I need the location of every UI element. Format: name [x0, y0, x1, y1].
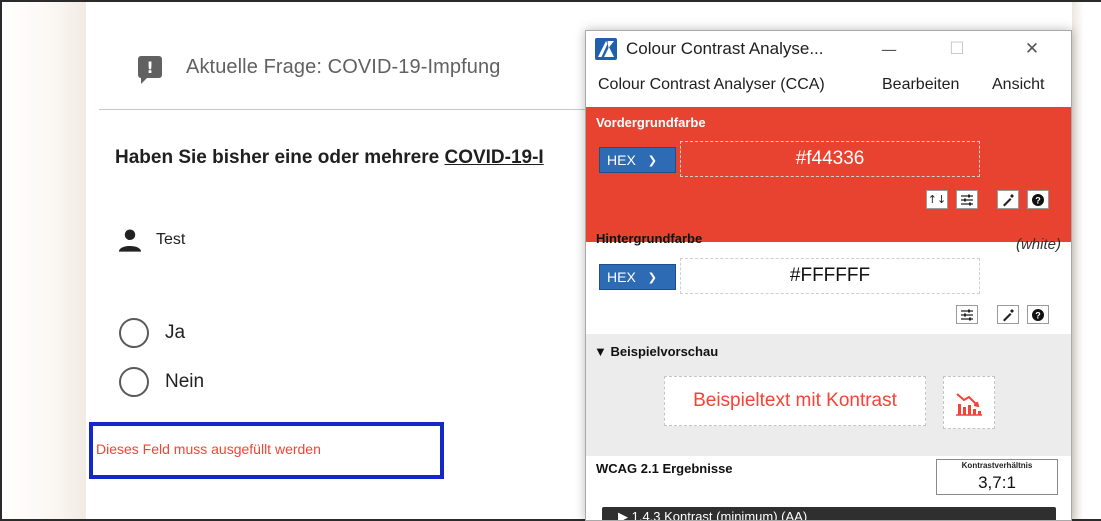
question-text-prefix: Haben Sie bisher eine oder mehrere [115, 147, 445, 168]
question-header-title: Aktuelle Frage: COVID-19-Impfung [186, 55, 501, 78]
foreground-help-button[interactable]: ? [1027, 190, 1049, 209]
menu-item-ansicht[interactable]: Ansicht [992, 76, 1044, 94]
background-label: Hintergrundfarbe [596, 231, 703, 246]
close-icon: ✕ [1024, 39, 1040, 59]
respondent: Test [116, 226, 185, 254]
person-icon [118, 229, 142, 252]
respondent-name: Test [156, 231, 186, 248]
contrast-ratio-box: Kontrastverhältnis 3,7:1 [936, 459, 1058, 495]
chevron-down-icon: ❯ [647, 270, 658, 284]
foreground-hex-input[interactable]: #f44336 [680, 141, 980, 177]
help-icon: ? [1032, 308, 1044, 321]
results-title: WCAG 2.1 Ergebnisse [596, 461, 733, 476]
question-link[interactable]: COVID-19-I [444, 147, 543, 168]
preview-icon-box [943, 376, 995, 429]
minimize-button[interactable]: — [869, 35, 909, 63]
cca-window: Colour Contrast Analyse... — ☐ ✕ Colour … [585, 30, 1072, 521]
option-label: Nein [165, 371, 205, 392]
svg-text:?: ? [1035, 310, 1041, 320]
background-color-name: (white) [1015, 236, 1061, 253]
format-label: HEX [607, 269, 636, 285]
background-hex-input[interactable]: #FFFFFF [680, 258, 980, 294]
title-bar[interactable]: Colour Contrast Analyse... — ☐ ✕ [586, 31, 1071, 68]
format-label: HEX [607, 152, 636, 168]
contrast-ratio-value: 3,7:1 [978, 473, 1016, 492]
page-left-margin [2, 2, 86, 519]
page-right-margin [1072, 2, 1084, 519]
close-button[interactable]: ✕ [1012, 35, 1052, 63]
sliders-icon [961, 194, 973, 205]
criterion-label: ▶ 1.4.3 Kontrast (minimum) (AA) [618, 509, 808, 521]
swap-icon: ↑↓ [927, 193, 947, 206]
exclamation-comment-icon: ! [138, 56, 162, 84]
error-message: Dieses Feld muss ausgefüllt werden [96, 441, 321, 457]
background-format-select[interactable]: HEX ❯ [599, 264, 676, 290]
radio-button[interactable] [119, 367, 149, 397]
background-picker-button[interactable] [997, 305, 1019, 324]
maximize-icon: ☐ [949, 39, 965, 59]
option-ja[interactable]: Ja [119, 318, 185, 348]
preview-sample-text: Beispieltext mit Kontrast [664, 376, 926, 426]
foreground-format-select[interactable]: HEX ❯ [599, 147, 676, 173]
option-nein[interactable]: Nein [119, 367, 204, 397]
menu-item-bearbeiten[interactable]: Bearbeiten [882, 76, 959, 94]
criterion-row[interactable]: ▶ 1.4.3 Kontrast (minimum) (AA) [602, 507, 1056, 521]
option-label: Ja [165, 322, 186, 343]
header-divider [99, 109, 599, 110]
minimize-icon: — [881, 39, 897, 59]
eyedropper-icon [1003, 193, 1014, 206]
background-help-button[interactable]: ? [1027, 305, 1049, 324]
chevron-down-icon: ❯ [647, 153, 658, 167]
maximize-button[interactable]: ☐ [937, 35, 977, 63]
background-adjust-button[interactable] [956, 305, 978, 324]
foreground-adjust-button[interactable] [956, 190, 978, 209]
cca-logo-icon [595, 38, 617, 60]
sliders-icon [961, 309, 973, 320]
radio-button[interactable] [119, 318, 149, 348]
eyedropper-icon [1003, 308, 1014, 321]
question-header: ! Aktuelle Frage: COVID-19-Impfung [138, 52, 501, 84]
contrast-ratio-label: Kontrastverhältnis [961, 461, 1033, 470]
chart-decline-icon [956, 392, 982, 416]
foreground-picker-button[interactable] [997, 190, 1019, 209]
foreground-label: Vordergrundfarbe [596, 115, 706, 130]
help-icon: ? [1032, 193, 1044, 206]
menu-bar: Colour Contrast Analyser (CCA) Bearbeite… [586, 71, 1071, 99]
preview-toggle[interactable]: ▼ Beispielvorschau [594, 344, 718, 359]
question-text: Haben Sie bisher eine oder mehrere COVID… [115, 147, 544, 169]
svg-text:?: ? [1035, 195, 1041, 205]
swap-colors-button[interactable]: ↑↓ [926, 190, 948, 209]
window-title: Colour Contrast Analyse... [626, 39, 824, 58]
menu-item-cca[interactable]: Colour Contrast Analyser (CCA) [598, 76, 825, 94]
